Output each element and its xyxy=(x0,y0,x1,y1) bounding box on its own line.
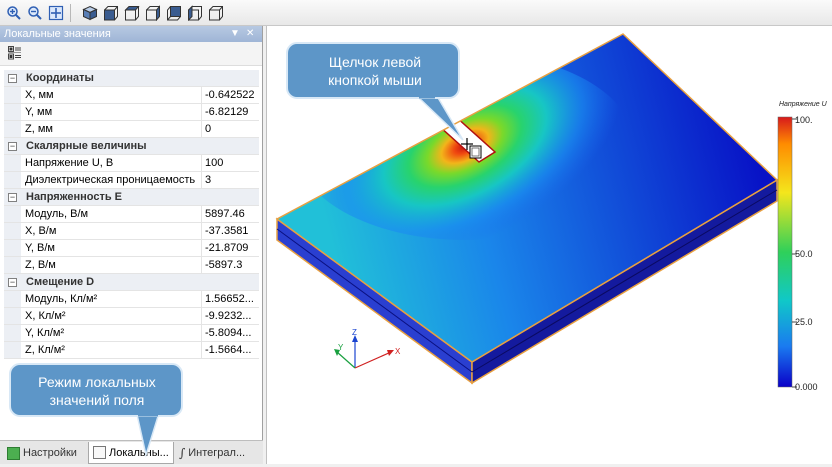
callout-local-mode-text: Режим локальных значений поля xyxy=(38,374,156,408)
